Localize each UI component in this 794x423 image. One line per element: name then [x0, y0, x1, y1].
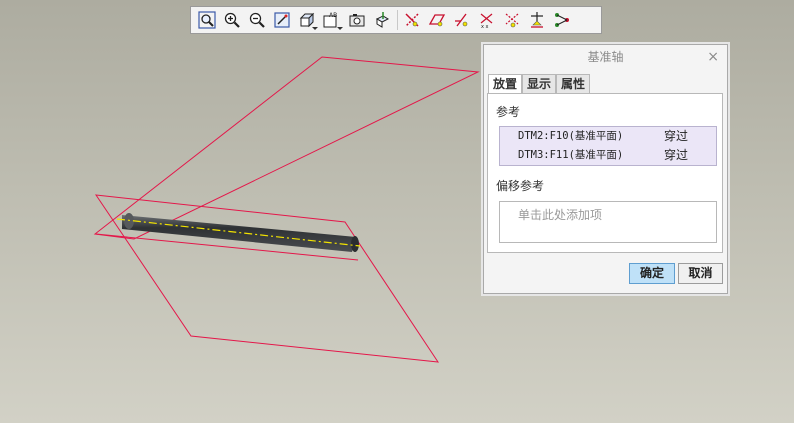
dialog-title: 基准轴 ×	[484, 45, 727, 69]
offset-references-label: 偏移参考	[496, 179, 545, 193]
references-label: 参考	[496, 105, 521, 119]
svg-text:AB: AB	[329, 12, 337, 19]
placement-panel: 参考 DTM2:F10(基准平面) 穿过 DTM3:F11(基准平面) 穿过 偏…	[487, 93, 723, 253]
tab-properties[interactable]: 属性	[556, 74, 591, 94]
repaint-icon[interactable]	[270, 9, 293, 32]
dialog-tabs: 放置 显示 属性	[488, 74, 591, 95]
reference-constraint-select[interactable]: 穿过	[664, 146, 688, 165]
view-toolbar: AB x x	[190, 6, 602, 34]
tab-placement[interactable]: 放置	[488, 74, 523, 95]
list-item[interactable]: DTM2:F10(基准平面) 穿过	[500, 127, 716, 146]
reference-name: DTM3:F11(基准平面)	[518, 149, 624, 161]
zoom-out-icon[interactable]	[245, 9, 268, 32]
svg-text:x x: x x	[481, 24, 489, 29]
csys-display-icon[interactable]: x x	[475, 9, 498, 32]
spin-center-icon[interactable]	[370, 9, 393, 32]
zoom-in-icon[interactable]	[220, 9, 243, 32]
reference-constraint-select[interactable]: 穿过	[664, 127, 688, 146]
toolbar-separator	[397, 10, 398, 30]
tab-display[interactable]: 显示	[522, 74, 557, 94]
list-item[interactable]: DTM3:F11(基准平面) 穿过	[500, 146, 716, 165]
datum-axis-dialog: 基准轴 × 放置 显示 属性 参考 DTM2:F10(基准平面) 穿过 DTM3…	[483, 44, 728, 294]
camera-icon[interactable]	[345, 9, 368, 32]
cancel-button[interactable]: 取消	[678, 263, 723, 284]
point-tag-icon[interactable]	[500, 9, 523, 32]
datum-plane-display-icon[interactable]	[425, 9, 448, 32]
references-collector[interactable]: DTM2:F10(基准平面) 穿过 DTM3:F11(基准平面) 穿过	[499, 126, 717, 166]
close-icon[interactable]: ×	[707, 45, 719, 69]
offset-references-collector[interactable]: 单击此处添加项	[499, 201, 717, 243]
zoom-fit-icon[interactable]	[195, 9, 218, 32]
connection-icon[interactable]	[550, 9, 573, 32]
datum-plane-dtm2[interactable]	[93, 56, 480, 240]
saved-views-icon[interactable]: AB	[320, 9, 343, 32]
view-orient-icon[interactable]	[295, 9, 318, 32]
reference-name: DTM2:F10(基准平面)	[518, 130, 624, 142]
dialog-title-text: 基准轴	[587, 50, 624, 64]
annotation-display-icon[interactable]	[525, 9, 548, 32]
datum-axis-display-icon[interactable]	[400, 9, 423, 32]
ok-button[interactable]: 确定	[629, 263, 675, 284]
datum-point-display-icon[interactable]	[450, 9, 473, 32]
